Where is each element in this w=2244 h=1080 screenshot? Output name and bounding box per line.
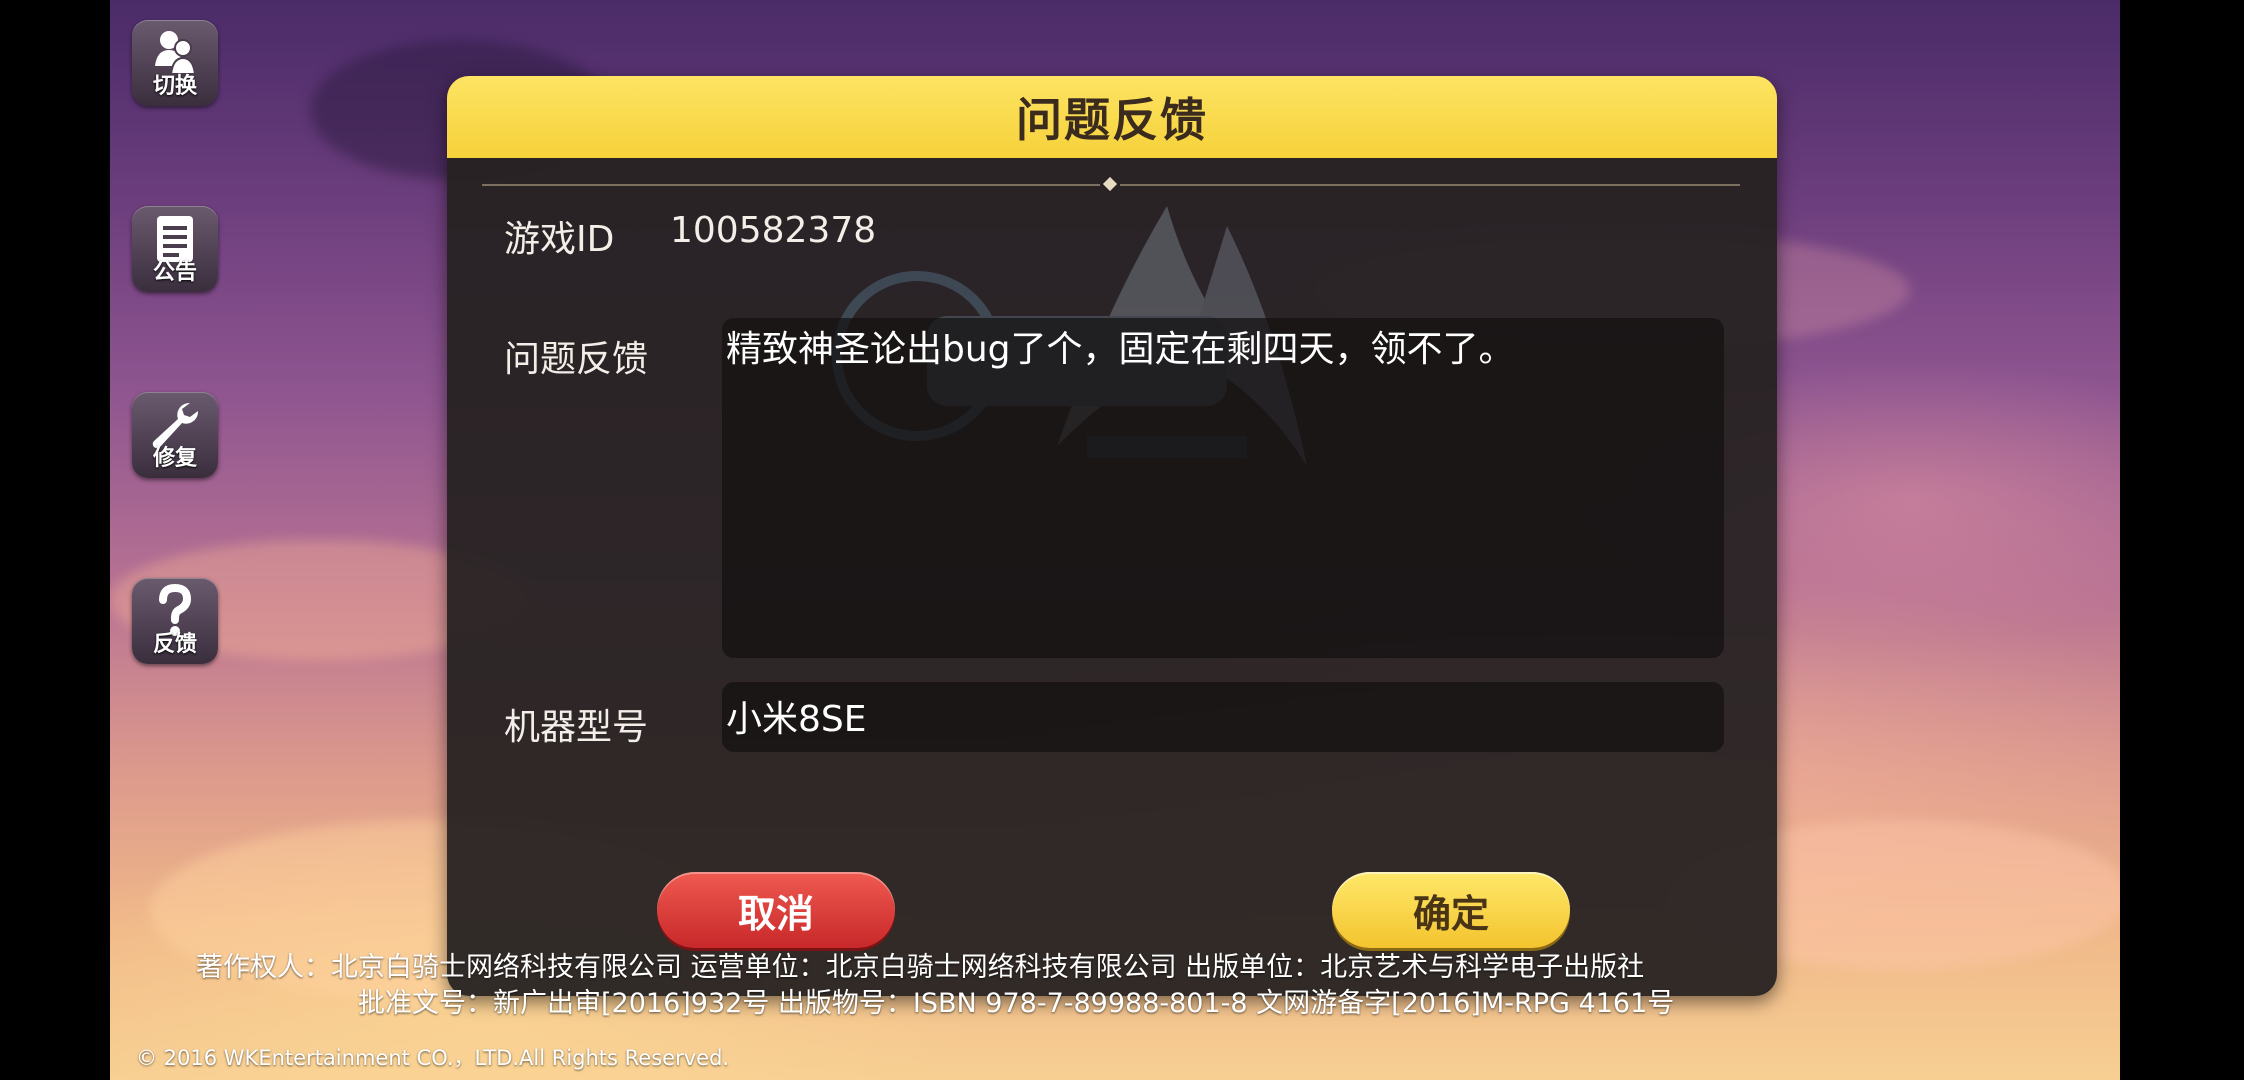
dialog-title-bar: 问题反馈	[447, 76, 1777, 158]
footer-line-2: 批准文号：新广出审[2016]932号 出版物号：ISBN 978-7-8998…	[358, 988, 1675, 1019]
feedback-text: 精致神圣论出bug了个，固定在剩四天，领不了。	[726, 329, 1515, 370]
notice-icon	[145, 212, 205, 266]
sidebar-item-label: 修复	[152, 446, 197, 471]
sidebar-item-label: 公告	[152, 260, 197, 285]
game-id-value: 100582378	[670, 210, 877, 251]
feedback-textarea[interactable]: 精致神圣论出bug了个，固定在剩四天，领不了。	[722, 318, 1724, 658]
dialog-title: 问题反馈	[1016, 93, 1208, 147]
sidebar-item-switch[interactable]: 切换	[132, 20, 218, 106]
sidebar-item-label: 切换	[152, 74, 197, 99]
confirm-button[interactable]: 确定	[1332, 872, 1570, 948]
cancel-button[interactable]: 取消	[657, 872, 895, 948]
copyright-text: © 2016 WKEntertainment CO.，LTD.All Right…	[136, 1046, 730, 1070]
sidebar-item-label: 反馈	[152, 632, 197, 657]
question-icon	[145, 584, 205, 638]
device-model-label: 机器型号	[504, 707, 649, 748]
sidebar-item-feedback[interactable]: 反馈	[132, 578, 218, 664]
device-model-text: 小米8SE	[726, 699, 867, 740]
feedback-label: 问题反馈	[504, 339, 649, 380]
switch-account-icon	[145, 26, 205, 80]
sidebar-item-repair[interactable]: 修复	[132, 392, 218, 478]
wrench-icon	[145, 398, 205, 452]
sidebar-item-notice[interactable]: 公告	[132, 206, 218, 292]
game-id-label: 游戏ID	[504, 219, 615, 260]
footer-line-1: 著作权人：北京白骑士网络科技有限公司 运营单位：北京白骑士网络科技有限公司 出版…	[196, 952, 1645, 983]
device-model-input[interactable]: 小米8SE	[722, 682, 1724, 752]
feedback-dialog: 问题反馈 游戏ID 100582378 问题反馈 精致神圣论出bug了个，固定在…	[447, 76, 1777, 996]
